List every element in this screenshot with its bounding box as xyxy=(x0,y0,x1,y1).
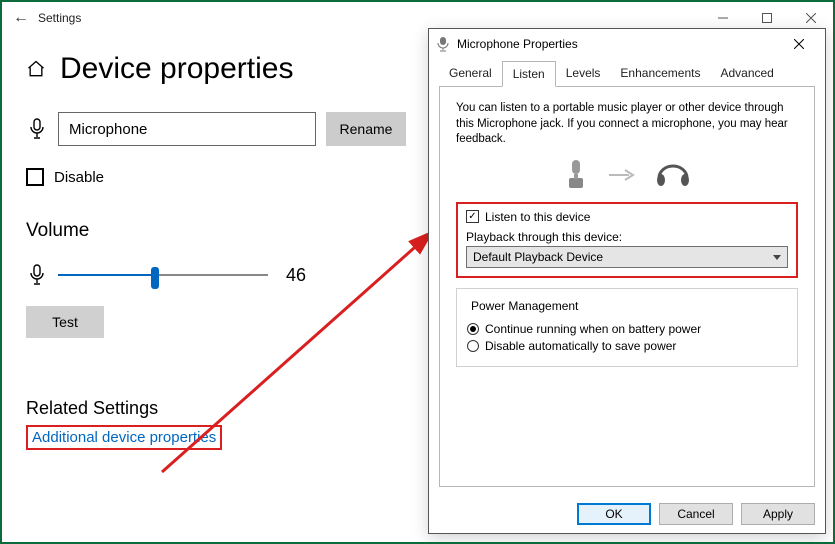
rename-button[interactable]: Rename xyxy=(326,112,406,146)
volume-value: 46 xyxy=(286,265,306,286)
power-disable-label: Disable automatically to save power xyxy=(485,339,676,353)
minimize-icon xyxy=(718,13,728,23)
volume-slider[interactable] xyxy=(58,265,268,285)
ok-button[interactable]: OK xyxy=(577,503,651,525)
headphones-icon xyxy=(655,160,691,190)
device-name-input[interactable] xyxy=(58,112,316,146)
playback-label: Playback through this device: xyxy=(466,230,788,244)
listen-description: You can listen to a portable music playe… xyxy=(456,101,798,148)
microphone-icon xyxy=(435,36,451,52)
tab-listen[interactable]: Listen xyxy=(502,61,556,87)
maximize-icon xyxy=(762,13,772,23)
tab-levels[interactable]: Levels xyxy=(556,63,611,86)
microphone-icon xyxy=(29,118,45,140)
playback-device-combo[interactable]: Default Playback Device xyxy=(466,246,788,268)
microphone-device-icon xyxy=(563,158,589,192)
cancel-button[interactable]: Cancel xyxy=(659,503,733,525)
power-disable-radio[interactable] xyxy=(467,340,479,352)
power-continue-radio[interactable] xyxy=(467,323,479,335)
tab-advanced[interactable]: Advanced xyxy=(710,63,783,86)
microphone-icon xyxy=(29,264,45,286)
window-title: Settings xyxy=(34,11,81,25)
listen-checkbox[interactable]: ✓ xyxy=(466,210,479,223)
disable-checkbox[interactable] xyxy=(26,168,44,186)
apply-button[interactable]: Apply xyxy=(741,503,815,525)
tab-general[interactable]: General xyxy=(439,63,502,86)
home-icon[interactable] xyxy=(26,59,46,79)
power-continue-label: Continue running when on battery power xyxy=(485,322,701,336)
power-legend: Power Management xyxy=(467,299,582,313)
microphone-properties-dialog: Microphone Properties General Listen Lev… xyxy=(428,28,826,534)
device-diagram xyxy=(456,158,798,192)
listen-checkbox-label: Listen to this device xyxy=(485,210,590,224)
back-button[interactable]: ← xyxy=(8,9,34,27)
test-button[interactable]: Test xyxy=(26,306,104,338)
dialog-title: Microphone Properties xyxy=(457,37,578,51)
dialog-close-button[interactable] xyxy=(779,29,819,59)
highlighted-listen-section: ✓ Listen to this device Playback through… xyxy=(456,202,798,278)
dialog-tabs: General Listen Levels Enhancements Advan… xyxy=(439,63,815,87)
dialog-titlebar: Microphone Properties xyxy=(429,29,825,59)
close-icon xyxy=(806,13,816,23)
playback-device-value: Default Playback Device xyxy=(473,250,603,264)
tab-enhancements[interactable]: Enhancements xyxy=(610,63,710,86)
additional-device-properties-link[interactable]: Additional device properties xyxy=(26,425,222,450)
close-icon xyxy=(794,39,804,49)
power-management-group: Power Management Continue running when o… xyxy=(456,288,798,367)
page-title: Device properties xyxy=(60,52,293,86)
arrow-right-icon xyxy=(607,168,637,182)
disable-label: Disable xyxy=(54,169,104,186)
